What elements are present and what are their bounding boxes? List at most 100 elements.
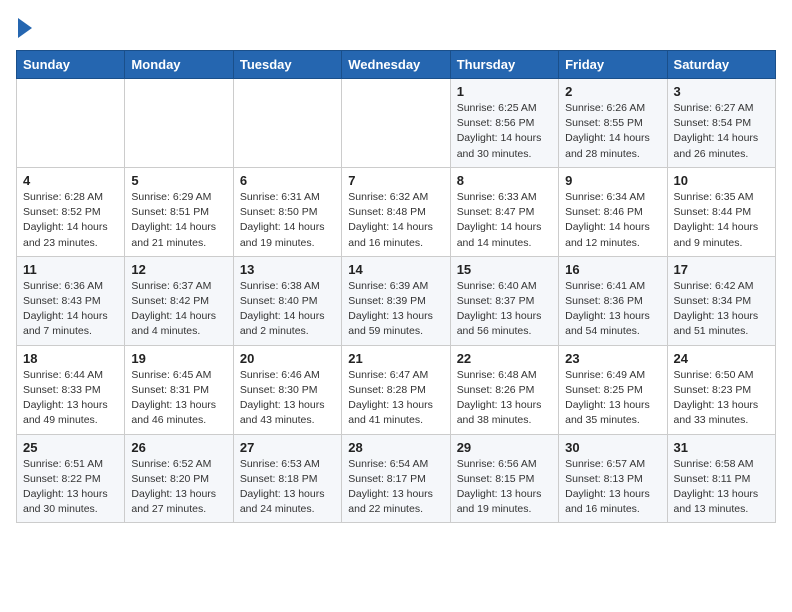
day-cell: 19 Sunrise: 6:45 AM Sunset: 8:31 PM Dayli…: [125, 345, 233, 434]
day-number: 23: [565, 351, 660, 366]
day-info: Sunrise: 6:29 AM Sunset: 8:51 PM Dayligh…: [131, 190, 226, 251]
day-info: Sunrise: 6:26 AM Sunset: 8:55 PM Dayligh…: [565, 101, 660, 162]
day-number: 21: [348, 351, 443, 366]
day-number: 18: [23, 351, 118, 366]
day-info: Sunrise: 6:41 AM Sunset: 8:36 PM Dayligh…: [565, 279, 660, 340]
day-cell: 28Sunrise: 6:54 AM Sunset: 8:17 PM Dayli…: [342, 434, 450, 523]
day-number: 10: [674, 173, 769, 188]
day-cell: 8Sunrise: 6:33 AM Sunset: 8:47 PM Daylig…: [450, 167, 558, 256]
week-row-1: 1Sunrise: 6:25 AM Sunset: 8:56 PM Daylig…: [17, 79, 776, 168]
day-cell: 9 Sunrise: 6:34 AM Sunset: 8:46 PM Daylig…: [559, 167, 667, 256]
weekday-saturday: Saturday: [667, 51, 775, 79]
day-cell: 10Sunrise: 6:35 AM Sunset: 8:44 PM Dayli…: [667, 167, 775, 256]
day-number: 9: [565, 173, 660, 188]
day-number: 13: [240, 262, 335, 277]
day-info: Sunrise: 6:40 AM Sunset: 8:37 PM Dayligh…: [457, 279, 552, 340]
day-info: Sunrise: 6:37 AM Sunset: 8:42 PM Dayligh…: [131, 279, 226, 340]
day-cell: 2Sunrise: 6:26 AM Sunset: 8:55 PM Daylig…: [559, 79, 667, 168]
weekday-sunday: Sunday: [17, 51, 125, 79]
day-cell: 25Sunrise: 6:51 AM Sunset: 8:22 PM Dayli…: [17, 434, 125, 523]
day-info: Sunrise: 6:52 AM Sunset: 8:20 PM Dayligh…: [131, 457, 226, 518]
day-info: Sunrise: 6:49 AM Sunset: 8:25 PM Dayligh…: [565, 368, 660, 429]
calendar-body: 1Sunrise: 6:25 AM Sunset: 8:56 PM Daylig…: [17, 79, 776, 523]
weekday-tuesday: Tuesday: [233, 51, 341, 79]
day-number: 12: [131, 262, 226, 277]
week-row-4: 18 Sunrise: 6:44 AM Sunset: 8:33 PM Dayli…: [17, 345, 776, 434]
day-info: Sunrise: 6:45 AM Sunset: 8:31 PM Dayligh…: [131, 368, 226, 429]
day-info: Sunrise: 6:36 AM Sunset: 8:43 PM Dayligh…: [23, 279, 118, 340]
day-info: Sunrise: 6:38 AM Sunset: 8:40 PM Dayligh…: [240, 279, 335, 340]
day-info: Sunrise: 6:54 AM Sunset: 8:17 PM Dayligh…: [348, 457, 443, 518]
day-number: 26: [131, 440, 226, 455]
day-cell: 24 Sunrise: 6:50 AM Sunset: 8:23 PM Dayli…: [667, 345, 775, 434]
day-info: Sunrise: 6:31 AM Sunset: 8:50 PM Dayligh…: [240, 190, 335, 251]
day-cell: 6 Sunrise: 6:31 AM Sunset: 8:50 PM Daylig…: [233, 167, 341, 256]
day-number: 11: [23, 262, 118, 277]
day-info: Sunrise: 6:48 AM Sunset: 8:26 PM Dayligh…: [457, 368, 552, 429]
day-number: 20: [240, 351, 335, 366]
day-number: 17: [674, 262, 769, 277]
day-number: 22: [457, 351, 552, 366]
day-cell: [17, 79, 125, 168]
day-number: 19: [131, 351, 226, 366]
day-info: Sunrise: 6:27 AM Sunset: 8:54 PM Dayligh…: [674, 101, 769, 162]
weekday-wednesday: Wednesday: [342, 51, 450, 79]
day-info: Sunrise: 6:25 AM Sunset: 8:56 PM Dayligh…: [457, 101, 552, 162]
day-cell: 12 Sunrise: 6:37 AM Sunset: 8:42 PM Dayli…: [125, 256, 233, 345]
day-info: Sunrise: 6:28 AM Sunset: 8:52 PM Dayligh…: [23, 190, 118, 251]
day-cell: [342, 79, 450, 168]
day-number: 29: [457, 440, 552, 455]
day-info: Sunrise: 6:53 AM Sunset: 8:18 PM Dayligh…: [240, 457, 335, 518]
day-cell: 14 Sunrise: 6:39 AM Sunset: 8:39 PM Dayli…: [342, 256, 450, 345]
day-number: 31: [674, 440, 769, 455]
day-info: Sunrise: 6:56 AM Sunset: 8:15 PM Dayligh…: [457, 457, 552, 518]
day-number: 6: [240, 173, 335, 188]
week-row-5: 25Sunrise: 6:51 AM Sunset: 8:22 PM Dayli…: [17, 434, 776, 523]
day-number: 25: [23, 440, 118, 455]
day-info: Sunrise: 6:47 AM Sunset: 8:28 PM Dayligh…: [348, 368, 443, 429]
week-row-2: 4Sunrise: 6:28 AM Sunset: 8:52 PM Daylig…: [17, 167, 776, 256]
header: [16, 16, 776, 38]
day-info: Sunrise: 6:39 AM Sunset: 8:39 PM Dayligh…: [348, 279, 443, 340]
day-info: Sunrise: 6:58 AM Sunset: 8:11 PM Dayligh…: [674, 457, 769, 518]
day-number: 5: [131, 173, 226, 188]
day-number: 24: [674, 351, 769, 366]
week-row-3: 11 Sunrise: 6:36 AM Sunset: 8:43 PM Dayli…: [17, 256, 776, 345]
day-number: 15: [457, 262, 552, 277]
day-cell: 30 Sunrise: 6:57 AM Sunset: 8:13 PM Dayli…: [559, 434, 667, 523]
day-cell: 7Sunrise: 6:32 AM Sunset: 8:48 PM Daylig…: [342, 167, 450, 256]
day-info: Sunrise: 6:57 AM Sunset: 8:13 PM Dayligh…: [565, 457, 660, 518]
day-number: 3: [674, 84, 769, 99]
day-info: Sunrise: 6:34 AM Sunset: 8:46 PM Dayligh…: [565, 190, 660, 251]
day-cell: 1Sunrise: 6:25 AM Sunset: 8:56 PM Daylig…: [450, 79, 558, 168]
day-info: Sunrise: 6:44 AM Sunset: 8:33 PM Dayligh…: [23, 368, 118, 429]
day-cell: 15 Sunrise: 6:40 AM Sunset: 8:37 PM Dayli…: [450, 256, 558, 345]
day-cell: 20 Sunrise: 6:46 AM Sunset: 8:30 PM Dayli…: [233, 345, 341, 434]
day-cell: 11 Sunrise: 6:36 AM Sunset: 8:43 PM Dayli…: [17, 256, 125, 345]
day-cell: 16 Sunrise: 6:41 AM Sunset: 8:36 PM Dayli…: [559, 256, 667, 345]
day-cell: 31 Sunrise: 6:58 AM Sunset: 8:11 PM Dayli…: [667, 434, 775, 523]
day-cell: 13 Sunrise: 6:38 AM Sunset: 8:40 PM Dayli…: [233, 256, 341, 345]
day-info: Sunrise: 6:33 AM Sunset: 8:47 PM Dayligh…: [457, 190, 552, 251]
day-number: 14: [348, 262, 443, 277]
calendar-header: SundayMondayTuesdayWednesdayThursdayFrid…: [17, 51, 776, 79]
day-cell: [125, 79, 233, 168]
day-cell: 4Sunrise: 6:28 AM Sunset: 8:52 PM Daylig…: [17, 167, 125, 256]
day-cell: 3 Sunrise: 6:27 AM Sunset: 8:54 PM Daylig…: [667, 79, 775, 168]
day-cell: [233, 79, 341, 168]
day-cell: 29 Sunrise: 6:56 AM Sunset: 8:15 PM Dayli…: [450, 434, 558, 523]
day-info: Sunrise: 6:46 AM Sunset: 8:30 PM Dayligh…: [240, 368, 335, 429]
logo-arrow-icon: [18, 18, 32, 38]
day-number: 30: [565, 440, 660, 455]
day-info: Sunrise: 6:32 AM Sunset: 8:48 PM Dayligh…: [348, 190, 443, 251]
weekday-monday: Monday: [125, 51, 233, 79]
day-cell: 26 Sunrise: 6:52 AM Sunset: 8:20 PM Dayli…: [125, 434, 233, 523]
calendar-table: SundayMondayTuesdayWednesdayThursdayFrid…: [16, 50, 776, 523]
day-cell: 5 Sunrise: 6:29 AM Sunset: 8:51 PM Daylig…: [125, 167, 233, 256]
day-number: 16: [565, 262, 660, 277]
day-info: Sunrise: 6:50 AM Sunset: 8:23 PM Dayligh…: [674, 368, 769, 429]
day-cell: 27 Sunrise: 6:53 AM Sunset: 8:18 PM Dayli…: [233, 434, 341, 523]
day-number: 27: [240, 440, 335, 455]
weekday-header-row: SundayMondayTuesdayWednesdayThursdayFrid…: [17, 51, 776, 79]
day-cell: 17Sunrise: 6:42 AM Sunset: 8:34 PM Dayli…: [667, 256, 775, 345]
